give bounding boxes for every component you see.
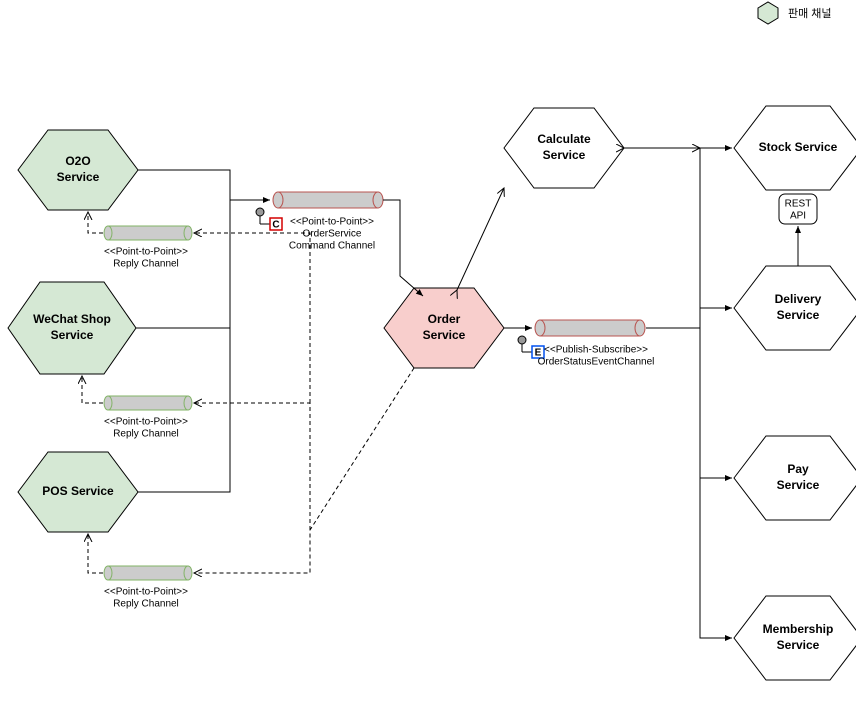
svg-text:<<Point-to-Point>>: <<Point-to-Point>>	[104, 247, 188, 258]
o2o-service-hex: O2O Service	[18, 130, 138, 210]
legend: 판매 채널	[758, 2, 832, 24]
bus-left	[138, 170, 230, 492]
architecture-diagram: 판매 채널 O2O Service WeChat Shop Service PO…	[0, 0, 856, 726]
reply1-to-o2o	[88, 212, 103, 233]
order-to-reply3	[194, 368, 414, 573]
calculate-service-hex: Calculate Service	[504, 108, 624, 188]
rest-api: REST API	[779, 194, 817, 224]
svg-text:API: API	[790, 211, 806, 222]
order-to-reply1	[194, 233, 310, 403]
event-channel-cylinder: E <<Publish-Subscribe>> OrderStatusEvent…	[518, 320, 654, 368]
svg-text:Stock Service: Stock Service	[759, 140, 838, 154]
svg-text:Service: Service	[777, 638, 820, 652]
svg-text:Command Channel: Command Channel	[289, 241, 375, 252]
svg-text:Service: Service	[57, 170, 100, 184]
event-to-pay	[700, 328, 732, 478]
stock-service-hex: Stock Service	[734, 106, 856, 190]
svg-text:Membership: Membership	[763, 622, 834, 636]
svg-text:REST: REST	[785, 199, 812, 210]
svg-text:Calculate: Calculate	[537, 132, 591, 146]
svg-text:C: C	[272, 220, 279, 231]
svg-text:Reply Channel: Reply Channel	[113, 259, 179, 270]
pos-service-hex: POS Service	[18, 452, 138, 532]
svg-text:<<Point-to-Point>>: <<Point-to-Point>>	[290, 217, 374, 228]
svg-text:Service: Service	[51, 328, 94, 342]
event-to-membership	[700, 478, 732, 638]
wechat-shop-service-hex: WeChat Shop Service	[8, 282, 136, 374]
event-to-stock	[646, 148, 732, 328]
svg-text:Order: Order	[428, 312, 461, 326]
svg-text:<<Point-to-Point>>: <<Point-to-Point>>	[104, 417, 188, 428]
svg-text:Delivery: Delivery	[775, 292, 822, 306]
order-to-reply2	[194, 403, 310, 530]
svg-text:OrderStatusEventChannel: OrderStatusEventChannel	[538, 357, 655, 368]
pay-service-hex: Pay Service	[734, 436, 856, 520]
svg-text:Service: Service	[543, 148, 586, 162]
svg-text:Service: Service	[423, 328, 466, 342]
command-channel-cylinder: C <<Point-to-Point>> OrderService Comman…	[256, 192, 383, 252]
svg-text:Pay: Pay	[787, 462, 809, 476]
svg-text:Reply Channel: Reply Channel	[113, 599, 179, 610]
svg-text:<<Point-to-Point>>: <<Point-to-Point>>	[104, 587, 188, 598]
reply-channel-1: <<Point-to-Point>> Reply Channel	[104, 226, 192, 270]
reply-channel-2: <<Point-to-Point>> Reply Channel	[104, 396, 192, 440]
svg-text:O2O: O2O	[65, 154, 90, 168]
svg-text:WeChat Shop: WeChat Shop	[33, 312, 111, 326]
svg-text:OrderService: OrderService	[303, 229, 362, 240]
reply-channel-3: <<Point-to-Point>> Reply Channel	[104, 566, 192, 610]
svg-text:Service: Service	[777, 308, 820, 322]
reply2-to-wechat	[82, 376, 103, 403]
order-service-hex: Order Service	[384, 288, 504, 368]
svg-text:Reply Channel: Reply Channel	[113, 429, 179, 440]
membership-service-hex: Membership Service	[734, 596, 856, 680]
reply3-to-pos	[88, 534, 103, 573]
legend-label: 판매 채널	[788, 7, 832, 20]
order-calculate-link	[457, 188, 504, 290]
svg-text:Service: Service	[777, 478, 820, 492]
svg-text:POS Service: POS Service	[42, 484, 114, 498]
delivery-service-hex: Delivery Service	[734, 266, 856, 350]
command-to-order	[383, 200, 423, 296]
svg-text:<<Publish-Subscribe>>: <<Publish-Subscribe>>	[544, 345, 648, 356]
